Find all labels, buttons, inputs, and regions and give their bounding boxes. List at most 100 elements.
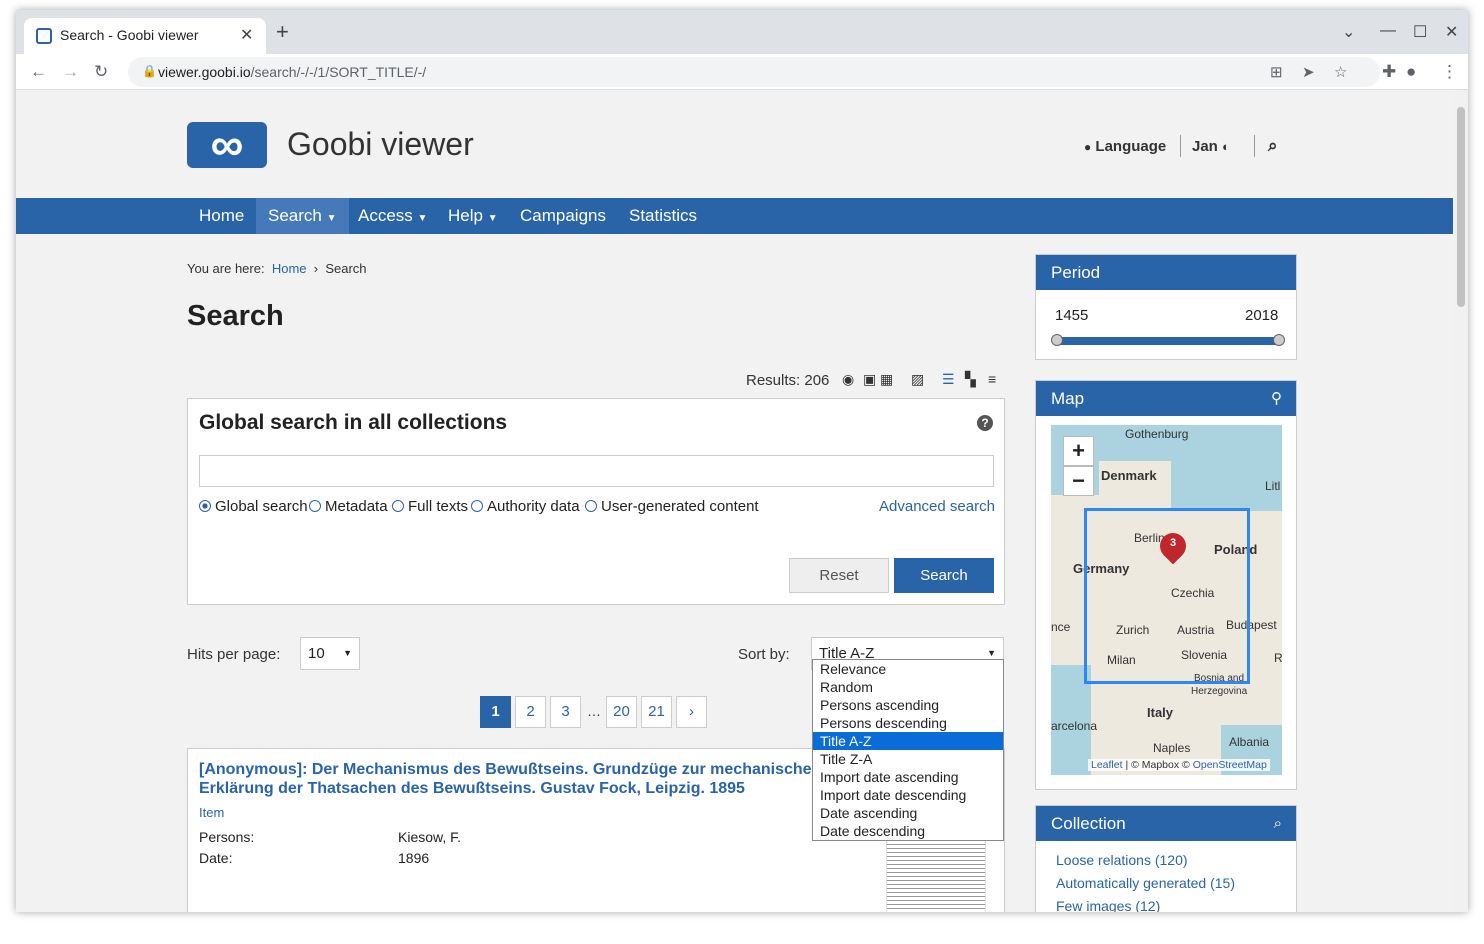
hit-title-link[interactable]: [Anonymous]: Der Mechanismus des Bewußts… xyxy=(199,760,839,798)
forward-icon[interactable]: → xyxy=(62,62,79,82)
radio-global-search[interactable]: Global search xyxy=(199,498,308,515)
table-export-icon[interactable]: ▦ xyxy=(880,371,893,388)
period-header: Period xyxy=(1036,255,1296,290)
rss-icon[interactable]: ◉ xyxy=(842,371,854,388)
radio-icon xyxy=(392,500,404,512)
page-20-button[interactable]: 20 xyxy=(606,696,637,728)
page-21-button[interactable]: 21 xyxy=(641,696,672,728)
scrollbar-thumb[interactable] xyxy=(1457,107,1465,307)
header-search-icon[interactable]: ⌕ xyxy=(1268,136,1278,156)
search-button[interactable]: Search xyxy=(894,558,994,593)
sort-option-title-za[interactable]: Title Z-A xyxy=(813,750,1003,768)
zoom-in-button[interactable]: + xyxy=(1063,436,1094,466)
brand-name[interactable]: Goobi viewer xyxy=(287,126,474,163)
nav-help[interactable]: Help ▼ xyxy=(436,198,510,234)
period-slider-max-handle[interactable] xyxy=(1273,334,1285,346)
collection-item[interactable]: Loose relations (120) xyxy=(1056,852,1188,868)
osm-link[interactable]: OpenStreetMap xyxy=(1193,759,1267,771)
nav-search-label: Search xyxy=(268,206,322,225)
map-label: Naples xyxy=(1153,741,1191,755)
page-scrollbar[interactable] xyxy=(1453,91,1468,912)
collection-item[interactable]: Few images (12) xyxy=(1056,898,1160,912)
sort-option-date-asc[interactable]: Date ascending xyxy=(813,804,1003,822)
nav-search[interactable]: Search ▼ xyxy=(256,198,349,234)
nav-home[interactable]: Home xyxy=(187,198,256,234)
hit-thumbnail[interactable] xyxy=(886,839,986,912)
nav-statistics[interactable]: Statistics xyxy=(617,198,709,234)
sort-option-random[interactable]: Random xyxy=(813,678,1003,696)
nav-campaigns[interactable]: Campaigns xyxy=(508,198,618,234)
hit-persons-label: Persons: xyxy=(199,829,255,845)
sort-option-relevance[interactable]: Relevance xyxy=(813,660,1003,678)
map-attribution: Leaflet | © Mapbox © OpenStreetMap xyxy=(1088,759,1270,771)
goobi-logo[interactable]: ∞ xyxy=(187,121,267,168)
user-menu[interactable]: Jan ◐ xyxy=(1192,138,1230,155)
sort-by-label: Sort by: xyxy=(738,646,790,663)
nav-access-label: Access xyxy=(358,206,413,225)
map-marker-count: 3 xyxy=(1169,537,1177,549)
address-bar[interactable]: 🔒 viewer.goobi.io/search/-/-/1/SORT_TITL… xyxy=(128,57,1380,87)
next-page-button[interactable]: › xyxy=(676,696,707,728)
help-icon[interactable]: ? xyxy=(977,415,993,431)
back-icon[interactable]: ← xyxy=(30,62,47,82)
page-1-button[interactable]: 1 xyxy=(480,696,511,728)
chevron-down-icon: ▼ xyxy=(326,213,337,224)
sort-option-title-az[interactable]: Title A-Z xyxy=(813,732,1003,750)
zoom-out-button[interactable]: − xyxy=(1063,466,1094,496)
radio-user-generated[interactable]: User-generated content xyxy=(585,498,759,515)
menu-icon[interactable]: ⋮ xyxy=(1441,62,1458,82)
profile-icon[interactable]: ● xyxy=(1406,62,1416,82)
page-3-button[interactable]: 3 xyxy=(550,696,581,728)
browser-tab[interactable]: Search - Goobi viewer ✕ xyxy=(24,18,266,54)
page-title: Search xyxy=(187,300,284,332)
hits-per-page-label: Hits per page: xyxy=(187,646,281,663)
close-window-icon[interactable]: ✕ xyxy=(1445,22,1458,42)
sort-option-import-desc[interactable]: Import date descending xyxy=(813,786,1003,804)
bookmark-star-icon[interactable]: ☆ xyxy=(1334,63,1347,81)
language-menu[interactable]: ● Language xyxy=(1084,138,1166,155)
close-tab-icon[interactable]: ✕ xyxy=(240,25,253,45)
collection-item[interactable]: Automatically generated (15) xyxy=(1056,875,1235,891)
hit-persons-value: Kiesow, F. xyxy=(398,829,462,845)
period-slider-min-handle[interactable] xyxy=(1051,334,1063,346)
lock-icon: 🔒 xyxy=(142,64,157,78)
map-header: Map ⚲ xyxy=(1036,381,1296,416)
radio-metadata[interactable]: Metadata xyxy=(309,498,388,515)
grid-view-icon[interactable]: ▚ xyxy=(965,371,976,388)
period-title: Period xyxy=(1051,263,1101,282)
sort-option-import-asc[interactable]: Import date ascending xyxy=(813,768,1003,786)
search-icon[interactable]: ⌕ xyxy=(1274,806,1282,841)
page-2-button[interactable]: 2 xyxy=(515,696,546,728)
radio-full-texts[interactable]: Full texts xyxy=(392,498,468,515)
tab-search-icon[interactable]: ⌄ xyxy=(1342,22,1355,42)
advanced-search-link[interactable]: Advanced search xyxy=(879,498,995,515)
save-icon[interactable]: ▣ xyxy=(863,371,876,388)
minimize-icon[interactable]: — xyxy=(1380,22,1396,40)
breadcrumb-home-link[interactable]: Home xyxy=(272,261,307,276)
sort-option-persons-desc[interactable]: Persons descending xyxy=(813,714,1003,732)
maximize-icon[interactable]: ☐ xyxy=(1413,22,1427,42)
map-canvas[interactable]: Gothenburg Denmark Litl Berlin Poland Ge… xyxy=(1051,425,1282,775)
image-view-icon[interactable]: ▨ xyxy=(911,371,924,388)
chevron-down-icon: ▼ xyxy=(343,648,352,658)
nav-access[interactable]: Access ▼ xyxy=(346,198,439,234)
reload-icon[interactable]: ↻ xyxy=(94,62,108,82)
compact-view-icon[interactable]: ≡ xyxy=(988,371,996,387)
search-input[interactable] xyxy=(199,455,994,487)
extensions-icon[interactable]: ✚ xyxy=(1382,62,1396,82)
radio-authority-data[interactable]: Authority data xyxy=(471,498,580,515)
sort-option-date-desc[interactable]: Date descending xyxy=(813,822,1003,840)
new-tab-icon[interactable]: + xyxy=(276,21,289,43)
translate-icon[interactable]: ⊞ xyxy=(1270,63,1283,81)
reset-button[interactable]: Reset xyxy=(789,558,889,593)
map-label: Gothenburg xyxy=(1125,427,1189,441)
sort-option-persons-asc[interactable]: Persons ascending xyxy=(813,696,1003,714)
list-view-icon[interactable]: ☰ xyxy=(942,371,955,388)
hits-per-page-select[interactable]: 10 ▼ xyxy=(300,637,360,670)
period-slider-track[interactable] xyxy=(1053,337,1281,345)
sort-dropdown-list: Relevance Random Persons ascending Perso… xyxy=(812,659,1004,841)
collection-widget: Collection ⌕ Loose relations (120) Automa… xyxy=(1035,805,1297,912)
leaflet-link[interactable]: Leaflet xyxy=(1091,759,1123,771)
send-icon[interactable]: ➤ xyxy=(1302,63,1315,81)
map-pin-icon[interactable]: ⚲ xyxy=(1271,381,1282,416)
